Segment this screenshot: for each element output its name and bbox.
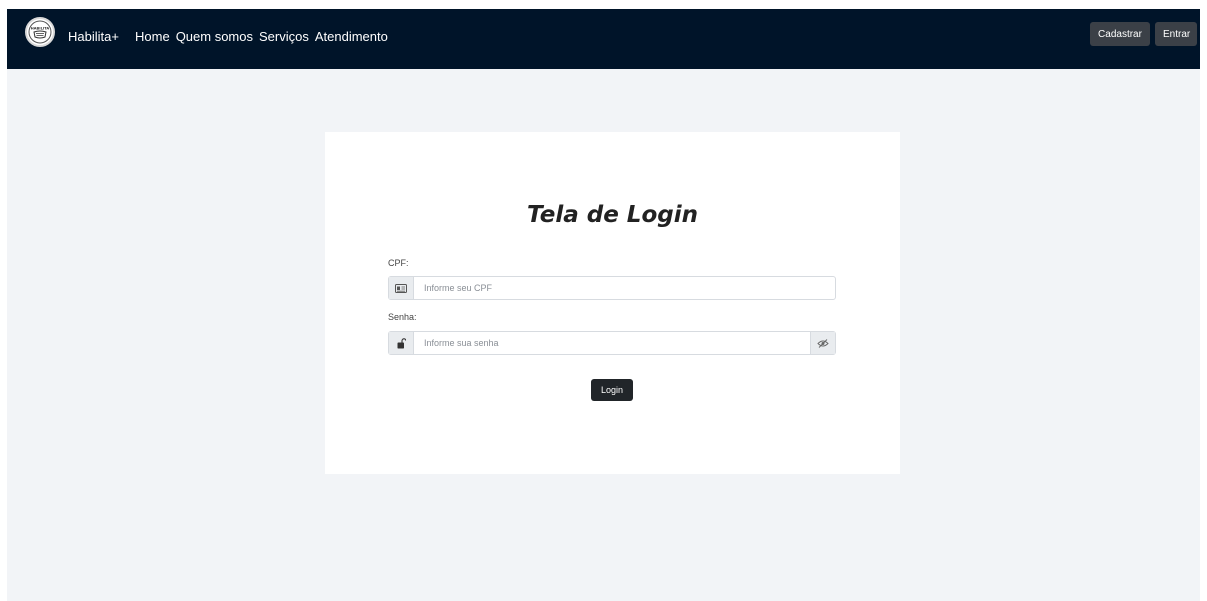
password-label: Senha: bbox=[388, 312, 417, 322]
lock-icon bbox=[389, 332, 414, 354]
brand-logo-icon[interactable]: HABILITA bbox=[25, 17, 55, 47]
cpf-label: CPF: bbox=[388, 258, 409, 268]
nav-links: Home Quem somos Serviços Atendimento bbox=[135, 29, 388, 44]
login-card: Tela de Login CPF: Senha: bbox=[325, 132, 900, 474]
id-card-icon bbox=[389, 277, 414, 299]
logo-text: HABILITA bbox=[31, 27, 50, 31]
brand-name[interactable]: Habilita+ bbox=[68, 29, 119, 44]
login-submit-button[interactable]: Login bbox=[591, 379, 633, 401]
eye-slash-icon[interactable] bbox=[810, 332, 835, 354]
cpf-input-group bbox=[388, 276, 836, 300]
login-title: Tela de Login bbox=[527, 202, 698, 228]
nav-link-atendimento[interactable]: Atendimento bbox=[315, 29, 388, 44]
nav-login-button[interactable]: Entrar bbox=[1155, 22, 1197, 46]
page-frame: HABILITA Habilita+ Home Quem somos Servi… bbox=[7, 9, 1200, 601]
password-input[interactable] bbox=[414, 332, 810, 354]
top-navbar: HABILITA Habilita+ Home Quem somos Servi… bbox=[7, 9, 1200, 69]
nav-link-home[interactable]: Home bbox=[135, 29, 170, 44]
nav-link-quem-somos[interactable]: Quem somos bbox=[176, 29, 253, 44]
password-input-group bbox=[388, 331, 836, 355]
cpf-input[interactable] bbox=[414, 277, 835, 299]
nav-link-servicos[interactable]: Serviços bbox=[259, 29, 309, 44]
signup-button[interactable]: Cadastrar bbox=[1090, 22, 1150, 46]
